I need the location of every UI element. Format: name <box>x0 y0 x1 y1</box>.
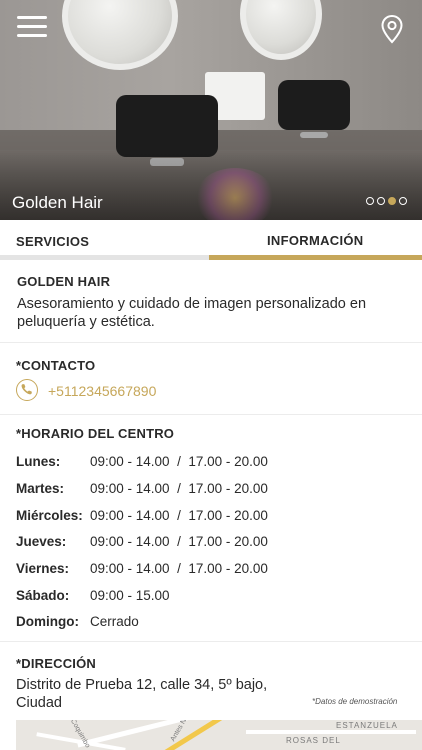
schedule-hours: 09:00 - 15.00 <box>90 588 170 603</box>
business-name: GOLDEN HAIR <box>17 274 111 289</box>
contact-heading: *CONTACTO <box>16 358 96 373</box>
address-heading: *DIRECCIÓN <box>16 656 97 671</box>
map-label: ESTANZUELA <box>336 721 398 730</box>
phone-icon[interactable] <box>16 379 38 401</box>
divider <box>0 342 422 343</box>
tab-informacion-label: INFORMACIÓN <box>267 233 364 248</box>
carousel-dot[interactable] <box>377 197 385 205</box>
schedule-day: Domingo: <box>16 614 79 629</box>
address-line2: Ciudad <box>16 695 62 711</box>
hero-image: Golden Hair <box>0 0 422 220</box>
schedule-hours: 09:00 - 14.00 / 17.00 - 20.00 <box>90 508 268 523</box>
schedule-day: Sábado: <box>16 588 70 603</box>
tab-informacion-indicator <box>209 255 422 260</box>
schedule-hours: Cerrado <box>90 614 139 629</box>
tab-informacion[interactable]: INFORMACIÓN <box>209 220 422 260</box>
schedule-hours: 09:00 - 14.00 / 17.00 - 20.00 <box>90 454 268 469</box>
tab-bar: SERVICIOS INFORMACIÓN <box>0 220 422 260</box>
schedule-row: Viernes: 09:00 - 14.00 / 17.00 - 20.00 <box>16 561 406 579</box>
tab-servicios[interactable]: SERVICIOS <box>0 220 209 260</box>
map-label: ROSAS DEL <box>286 736 341 745</box>
schedule-day: Miércoles: <box>16 508 83 523</box>
schedule-row: Jueves: 09:00 - 14.00 / 17.00 - 20.00 <box>16 534 406 552</box>
map-road <box>246 730 416 734</box>
salon-chair-left <box>116 95 218 157</box>
schedule-hours: 09:00 - 14.00 / 17.00 - 20.00 <box>90 561 268 576</box>
contact-phone-link[interactable]: +5112345667890 <box>48 383 156 399</box>
address-line1: Distrito de Prueba 12, calle 34, 5º bajo… <box>16 677 268 693</box>
divider <box>0 414 422 415</box>
schedule-row: Martes: 09:00 - 14.00 / 17.00 - 20.00 <box>16 481 406 499</box>
hero-title: Golden Hair <box>12 193 103 212</box>
schedule-hours: 09:00 - 14.00 / 17.00 - 20.00 <box>90 534 268 549</box>
schedule-row: Lunes: 09:00 - 14.00 / 17.00 - 20.00 <box>16 454 406 472</box>
business-description-line1: Asesoramiento y cuidado de imagen person… <box>17 296 367 312</box>
tab-servicios-label: SERVICIOS <box>16 234 90 249</box>
schedule-row: Domingo: Cerrado <box>16 614 406 632</box>
carousel-dot[interactable] <box>366 197 374 205</box>
location-map[interactable]: ESTANZUELA ROSAS DEL Coquimbo Antes Ni <box>16 720 422 750</box>
schedule-heading: *HORARIO DEL CENTRO <box>16 426 175 441</box>
schedule-hours: 09:00 - 14.00 / 17.00 - 20.00 <box>90 481 268 496</box>
schedule-row: Miércoles: 09:00 - 14.00 / 17.00 - 20.00 <box>16 508 406 526</box>
carousel-indicator[interactable] <box>366 197 407 207</box>
schedule-row: Sábado: 09:00 - 15.00 <box>16 588 406 606</box>
carousel-dot[interactable] <box>399 197 407 205</box>
schedule-day: Lunes: <box>16 454 61 469</box>
schedule-day: Martes: <box>16 481 65 496</box>
divider <box>0 641 422 642</box>
demo-data-note: *Datos de demostración <box>312 697 398 706</box>
carousel-dot-active[interactable] <box>388 197 396 205</box>
business-description-line2: peluquería y estética. <box>17 314 155 330</box>
hamburger-icon[interactable] <box>17 16 47 38</box>
salon-chair-right-base <box>300 132 328 138</box>
salon-chair-right <box>278 80 350 130</box>
map-pin-icon[interactable] <box>380 14 404 44</box>
schedule-day: Jueves: <box>16 534 67 549</box>
schedule-day: Viernes: <box>16 561 70 576</box>
tab-servicios-indicator <box>0 255 209 260</box>
